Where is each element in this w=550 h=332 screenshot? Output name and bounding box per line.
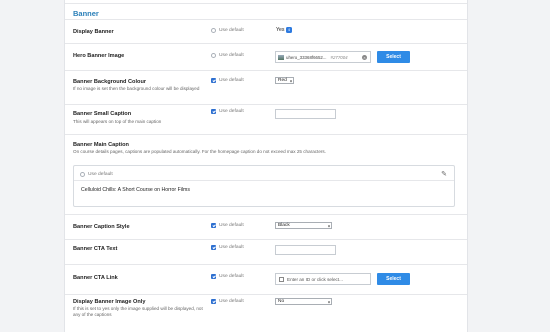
display-banner-use-default[interactable]: Use default xyxy=(211,28,244,33)
bg-colour-select[interactable]: Red ▾ xyxy=(275,77,294,84)
use-default-checkbox[interactable] xyxy=(211,53,216,58)
cta-link-use-default[interactable]: Use default xyxy=(211,274,244,279)
use-default-label: Use default xyxy=(219,53,244,58)
small-caption-input[interactable] xyxy=(275,109,336,119)
hero-image-hint: #277004 xyxy=(330,54,348,60)
cta-link-placeholder: Enter an ID or click select... xyxy=(287,276,343,282)
use-default-checkbox[interactable] xyxy=(211,274,216,279)
bg-colour-use-default[interactable]: Use default xyxy=(211,78,244,83)
use-default-checkbox[interactable] xyxy=(211,223,216,228)
main-caption-description: On course details pages, captions are po… xyxy=(73,149,326,154)
row-small-caption: Banner Small Caption This will appears o… xyxy=(65,104,467,135)
image-only-label: Display Banner Image Only xyxy=(73,299,146,305)
cta-text-use-default[interactable]: Use default xyxy=(211,245,244,250)
cta-link-label: Banner CTA Link xyxy=(73,275,118,281)
use-default-label: Use default xyxy=(219,274,244,279)
top-divider xyxy=(65,3,467,4)
chevron-down-icon: ▾ xyxy=(327,299,330,304)
caption-style-use-default[interactable]: Use default xyxy=(211,223,244,228)
display-banner-select[interactable]: Yes ⇕ xyxy=(276,27,292,33)
bg-colour-label: Banner Background Colour xyxy=(73,79,147,85)
use-default-label: Use default xyxy=(219,109,244,114)
image-only-select[interactable]: No ▾ xyxy=(275,298,332,305)
cta-text-input[interactable] xyxy=(275,245,336,255)
use-default-checkbox[interactable] xyxy=(211,78,216,83)
row-caption-style: Banner Caption Style Use default Black ▾ xyxy=(65,214,467,240)
use-default-checkbox[interactable] xyxy=(211,109,216,114)
display-banner-label: Display Banner xyxy=(73,29,114,35)
editor-divider xyxy=(74,180,454,181)
use-default-checkbox[interactable] xyxy=(211,28,216,33)
cta-link-field[interactable]: Enter an ID or click select... xyxy=(275,273,371,285)
use-default-checkbox[interactable] xyxy=(80,172,85,177)
pencil-icon[interactable]: ✎ xyxy=(441,170,447,178)
image-only-description: If this is set to yes only the image sup… xyxy=(73,306,203,317)
hero-image-field[interactable]: uhero_33368f6652... #277004 × xyxy=(275,51,371,63)
main-caption-label: Banner Main Caption xyxy=(73,142,129,148)
clear-icon[interactable]: × xyxy=(362,54,367,60)
small-caption-label: Banner Small Caption xyxy=(73,111,132,117)
main-caption-use-default[interactable]: Use default xyxy=(80,172,113,177)
caption-style-select[interactable]: Black ▾ xyxy=(275,222,332,229)
cta-text-label: Banner CTA Text xyxy=(73,246,118,252)
main-caption-value[interactable]: Celluloid Chills: A Short Course on Horr… xyxy=(81,187,190,193)
section-title: Banner xyxy=(73,9,99,18)
row-hero-image: Hero Banner Image Use default uhero_3336… xyxy=(65,43,467,71)
chevron-down-icon: ▾ xyxy=(327,223,330,228)
small-caption-use-default[interactable]: Use default xyxy=(211,109,244,114)
settings-panel: Banner Display Banner Use default Yes ⇕ … xyxy=(64,0,468,332)
row-image-only: Display Banner Image Only If this is set… xyxy=(65,294,467,332)
chevron-down-icon: ▾ xyxy=(289,78,292,83)
use-default-checkbox[interactable] xyxy=(211,245,216,250)
use-default-label: Use default xyxy=(219,28,244,33)
caption-style-value: Black xyxy=(278,223,290,228)
row-cta-link: Banner CTA Link Use default Enter an ID … xyxy=(65,264,467,295)
hero-image-label: Hero Banner Image xyxy=(73,53,125,59)
use-default-label: Use default xyxy=(88,172,113,177)
use-default-label: Use default xyxy=(219,245,244,250)
use-default-label: Use default xyxy=(219,299,244,304)
cta-link-select-button[interactable]: Select xyxy=(377,273,410,285)
image-only-value: No xyxy=(278,299,285,304)
use-default-label: Use default xyxy=(219,223,244,228)
display-banner-value: Yes xyxy=(276,27,285,33)
link-icon xyxy=(279,276,284,282)
hero-image-filename: uhero_33368f6652... xyxy=(286,54,327,60)
image-thumbnail xyxy=(278,54,284,60)
use-default-label: Use default xyxy=(219,78,244,83)
hero-image-select-button[interactable]: Select xyxy=(377,51,410,63)
bg-colour-description: If no image is set then the background c… xyxy=(73,86,200,91)
main-caption-editor[interactable]: Use default ✎ Celluloid Chills: A Short … xyxy=(73,165,455,207)
hero-image-use-default[interactable]: Use default xyxy=(211,53,244,58)
small-caption-description: This will appears on top of the main cap… xyxy=(73,119,162,124)
image-only-use-default[interactable]: Use default xyxy=(211,299,244,304)
row-bg-colour: Banner Background Colour If no image is … xyxy=(65,70,467,105)
use-default-checkbox[interactable] xyxy=(211,299,216,304)
row-display-banner: Display Banner Use default Yes ⇕ xyxy=(65,19,467,44)
row-cta-text: Banner CTA Text Use default xyxy=(65,239,467,265)
select-stepper-icon: ⇕ xyxy=(286,27,292,33)
bg-colour-value: Red xyxy=(278,78,287,83)
caption-style-label: Banner Caption Style xyxy=(73,224,130,230)
